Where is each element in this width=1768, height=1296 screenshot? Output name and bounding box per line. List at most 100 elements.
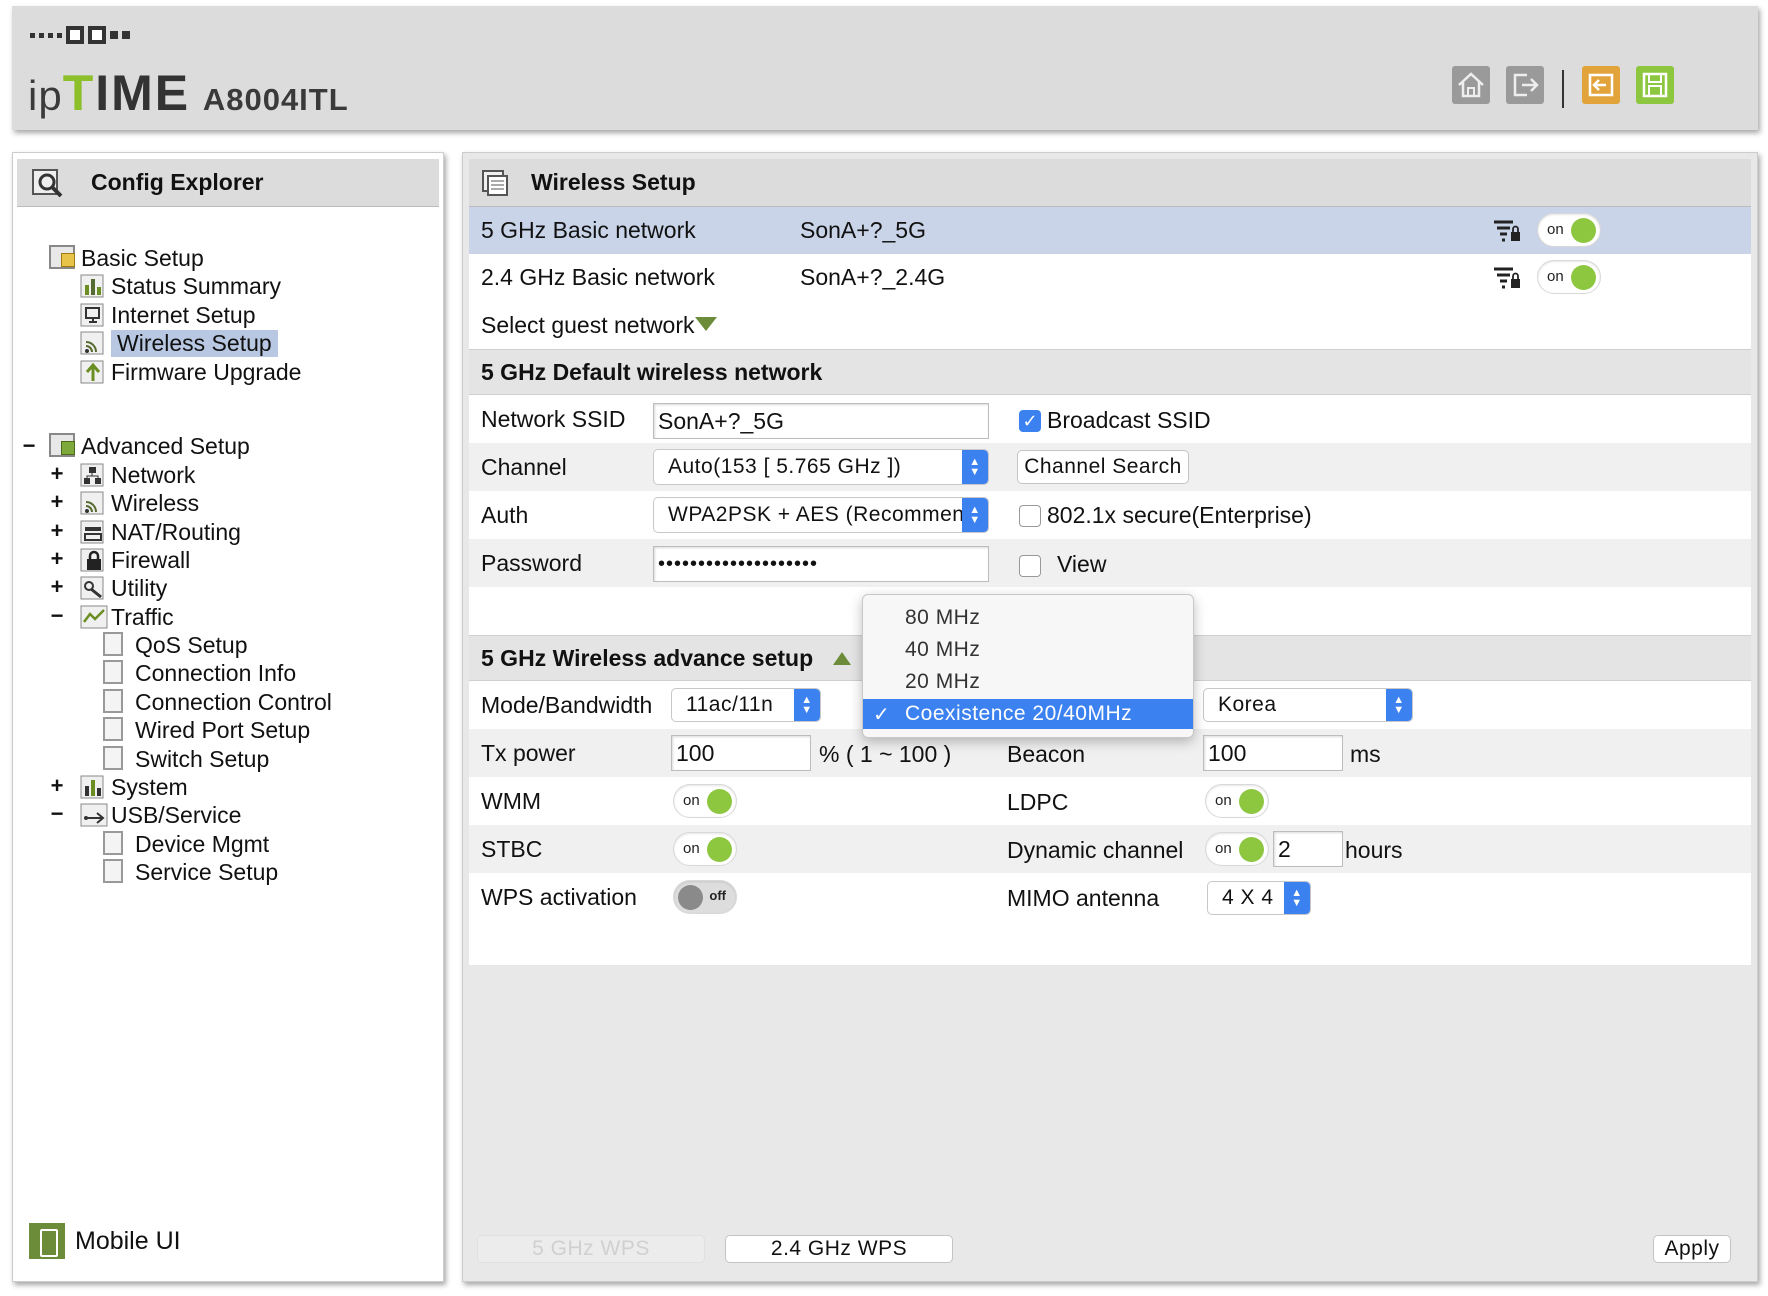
folder-icon <box>49 245 75 271</box>
lock-icon <box>79 547 105 573</box>
tree-system[interactable]: System <box>79 772 188 802</box>
search-config-icon <box>31 168 65 198</box>
traffic-graph-icon <box>79 604 108 630</box>
beacon-label: Beacon <box>1007 741 1086 767</box>
broadcast-ssid-checkbox[interactable]: ✓ <box>1019 410 1041 432</box>
tree-service-setup[interactable]: Service Setup <box>103 857 278 887</box>
back-icon[interactable] <box>1582 66 1620 104</box>
ssid-input[interactable]: SonA+?_5G <box>653 403 989 439</box>
dynamic-channel-toggle[interactable]: on <box>1205 832 1269 866</box>
view-password-checkbox[interactable] <box>1019 555 1041 577</box>
tree-wireless-setup[interactable]: Wireless Setup <box>79 328 278 358</box>
select-arrows-icon: ▲ ▼ <box>962 498 988 532</box>
dynamic-channel-label: Dynamic channel <box>1007 837 1184 863</box>
window-icon <box>481 169 509 197</box>
default-network-section-header: 5 GHz Default wireless network <box>469 349 1751 395</box>
select-arrows-icon: ▲ ▼ <box>1284 882 1310 914</box>
tree-basic-setup[interactable]: Basic Setup <box>49 243 204 273</box>
tree-advanced-setup[interactable]: Advanced Setup <box>49 431 250 461</box>
collapse-usb-icon[interactable]: − <box>47 801 67 827</box>
mimo-antenna-label: MIMO antenna <box>1007 885 1160 911</box>
mobile-phone-icon <box>29 1223 65 1259</box>
collapse-advanced-icon[interactable]: − <box>19 433 39 459</box>
wps-5ghz-button[interactable]: 5 GHz WPS <box>477 1235 705 1263</box>
bandwidth-option-80[interactable]: 80 MHz <box>863 603 1193 633</box>
tree-device-mgmt[interactable]: Device Mgmt <box>103 829 269 859</box>
toggle-2g-network[interactable]: on <box>1537 260 1601 294</box>
network-icon <box>79 462 105 488</box>
expand-network-icon[interactable]: + <box>47 461 67 487</box>
tree-traffic[interactable]: Traffic <box>79 602 174 632</box>
collapse-triangle-icon[interactable] <box>833 651 852 665</box>
stbc-toggle[interactable]: on <box>673 832 737 866</box>
save-icon[interactable] <box>1636 66 1674 104</box>
tree-switch-setup[interactable]: Switch Setup <box>103 744 269 774</box>
tree-firewall[interactable]: Firewall <box>79 545 190 575</box>
config-explorer-title: Config Explorer <box>91 169 264 195</box>
tree-network[interactable]: Network <box>79 460 195 490</box>
enterprise-checkbox[interactable] <box>1019 505 1041 527</box>
wps-24ghz-button[interactable]: 2.4 GHz WPS <box>725 1235 953 1263</box>
collapse-traffic-icon[interactable]: − <box>47 603 67 629</box>
tree-qos-setup[interactable]: QoS Setup <box>103 630 248 660</box>
wmm-toggle[interactable]: on <box>673 784 737 818</box>
tree-nat-routing[interactable]: NAT/Routing <box>79 517 241 547</box>
broadcast-ssid-label: Broadcast SSID <box>1047 407 1211 433</box>
mobile-ui-link[interactable]: Mobile UI <box>29 1223 181 1259</box>
expand-triangle-icon[interactable] <box>695 317 717 331</box>
home-icon[interactable] <box>1452 66 1490 104</box>
expand-nat-icon[interactable]: + <box>47 518 67 544</box>
toggle-5g-network[interactable]: on <box>1537 213 1601 247</box>
bandwidth-dropdown[interactable]: 80 MHz 40 MHz 20 MHz ✓ Coexistence 20/40M… <box>862 594 1194 738</box>
expand-utility-icon[interactable]: + <box>47 574 67 600</box>
tree-internet-setup[interactable]: Internet Setup <box>79 300 256 330</box>
tree-status-summary[interactable]: Status Summary <box>79 271 281 301</box>
network-row-5g[interactable]: 5 GHz Basic network SonA+?_5G on <box>469 207 1751 254</box>
bandwidth-option-20[interactable]: 20 MHz <box>863 667 1193 697</box>
password-input[interactable]: •••••••••••••••••••• <box>653 546 989 582</box>
beacon-input[interactable]: 100 <box>1203 735 1343 771</box>
ldpc-label: LDPC <box>1007 789 1069 815</box>
tree-wired-port-setup[interactable]: Wired Port Setup <box>103 715 310 745</box>
tree-firmware-upgrade[interactable]: Firmware Upgrade <box>79 357 301 387</box>
page-icon <box>103 689 129 715</box>
wmm-row: WMM <box>469 777 1751 825</box>
beacon-unit: ms <box>1350 741 1381 767</box>
auth-select[interactable]: WPA2PSK + AES (Recommend ▲ ▼ <box>653 497 989 533</box>
spacer-row-2 <box>469 921 1751 965</box>
wps-activation-toggle[interactable]: off <box>673 880 737 914</box>
tree-wireless[interactable]: Wireless <box>79 488 199 518</box>
tree-connection-control[interactable]: Connection Control <box>103 687 332 717</box>
bar-chart-icon <box>79 774 105 800</box>
mode-select[interactable]: 11ac/11n ▲ ▼ <box>671 688 821 722</box>
expand-system-icon[interactable]: + <box>47 773 67 799</box>
channel-search-button[interactable]: Channel Search <box>1017 450 1189 484</box>
expand-wireless-icon[interactable]: + <box>47 489 67 515</box>
select-arrows-icon: ▲ ▼ <box>1386 689 1412 721</box>
network-row-2g[interactable]: 2.4 GHz Basic network SonA+?_2.4G on <box>469 254 1751 301</box>
bandwidth-option-coexistence[interactable]: ✓ Coexistence 20/40MHz <box>863 699 1193 729</box>
hours-unit: hours <box>1345 837 1403 863</box>
wireless-icon <box>79 490 105 516</box>
header-divider <box>1562 70 1564 108</box>
filter-lock-icon[interactable] <box>1493 219 1521 243</box>
tree-connection-info[interactable]: Connection Info <box>103 658 296 688</box>
tree-usb-service[interactable]: USB/Service <box>79 800 241 830</box>
bandwidth-option-40[interactable]: 40 MHz <box>863 635 1193 665</box>
dynamic-channel-hours-input[interactable]: 2 <box>1273 831 1343 867</box>
checkmark-icon: ✓ <box>873 703 891 726</box>
mimo-antenna-select[interactable]: 4 X 4 ▲ ▼ <box>1207 881 1311 915</box>
logout-icon[interactable] <box>1506 66 1544 104</box>
expand-firewall-icon[interactable]: + <box>47 546 67 572</box>
enterprise-label: 802.1x secure(Enterprise) <box>1047 502 1312 528</box>
page-icon <box>103 717 129 743</box>
ldpc-toggle[interactable]: on <box>1205 784 1269 818</box>
tree-utility[interactable]: Utility <box>79 573 167 603</box>
view-password-label: View <box>1057 551 1107 577</box>
filter-lock-icon[interactable] <box>1493 266 1521 290</box>
channel-select[interactable]: Auto(153 [ 5.765 GHz ]) ▲ ▼ <box>653 449 989 485</box>
guest-network-row[interactable]: Select guest network <box>469 301 1751 349</box>
tx-power-input[interactable]: 100 <box>671 735 811 771</box>
apply-button[interactable]: Apply <box>1653 1235 1731 1263</box>
country-select[interactable]: Korea ▲ ▼ <box>1203 688 1413 722</box>
